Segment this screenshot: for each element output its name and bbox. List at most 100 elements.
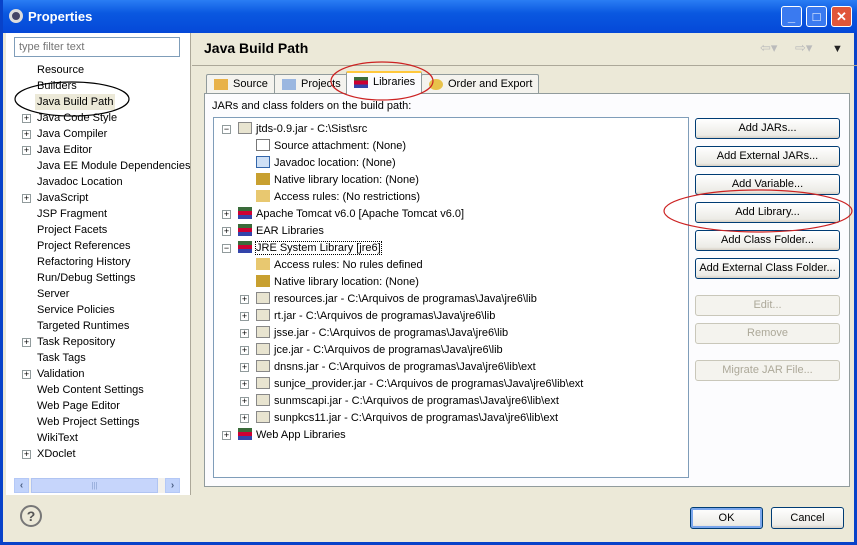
- expand-icon[interactable]: +: [240, 414, 249, 423]
- sidebar-item-server[interactable]: Server: [37, 286, 69, 302]
- tree-item-label: dnsns.jar - C:\Arquivos de programas\Jav…: [274, 361, 536, 373]
- sidebar-item-project-references[interactable]: Project References: [37, 238, 131, 254]
- tree-item[interactable]: EAR Libraries: [238, 223, 324, 239]
- sidebar-item-web-page-editor[interactable]: Web Page Editor: [37, 398, 120, 414]
- sidebar-item-java-code-style[interactable]: Java Code Style: [37, 110, 117, 126]
- jar-icon: [256, 394, 270, 406]
- tree-item[interactable]: JRE System Library [jre6]: [238, 240, 382, 256]
- collapse-icon[interactable]: −: [222, 244, 231, 253]
- expand-icon[interactable]: +: [22, 370, 31, 379]
- tab-source[interactable]: Source: [206, 74, 275, 94]
- expand-icon[interactable]: +: [222, 431, 231, 440]
- tab-libraries[interactable]: Libraries: [346, 71, 423, 94]
- build-path-tree[interactable]: − jtds-0.9.jar - C:\Sist\src Source attach…: [213, 117, 689, 478]
- expand-icon[interactable]: +: [240, 363, 249, 372]
- add-jars-button[interactable]: Add JARs...: [695, 118, 840, 139]
- expand-icon[interactable]: +: [240, 295, 249, 304]
- remove-button[interactable]: Remove: [695, 323, 840, 344]
- tree-item-label: JRE System Library [jre6]: [255, 241, 382, 255]
- collapse-icon[interactable]: −: [222, 125, 231, 134]
- sidebar-item-resource[interactable]: Resource: [37, 62, 84, 78]
- sidebar-item-service-policies[interactable]: Service Policies: [37, 302, 115, 318]
- maximize-button[interactable]: □: [806, 6, 827, 27]
- tree-item[interactable]: Javadoc location: (None): [256, 155, 396, 171]
- add-variable-button[interactable]: Add Variable...: [695, 174, 840, 195]
- tree-item[interactable]: jtds-0.9.jar - C:\Sist\src: [238, 121, 367, 137]
- expand-icon[interactable]: +: [22, 146, 31, 155]
- expand-icon[interactable]: +: [22, 450, 31, 459]
- migrate-jar-file-button[interactable]: Migrate JAR File...: [695, 360, 840, 381]
- edit-button[interactable]: Edit...: [695, 295, 840, 316]
- sidebar-item-targeted-runtimes[interactable]: Targeted Runtimes: [37, 318, 129, 334]
- cancel-button[interactable]: Cancel: [771, 507, 844, 529]
- sidebar-item-java-ee-module-dependencies[interactable]: Java EE Module Dependencies: [37, 158, 190, 174]
- add-class-folder-button[interactable]: Add Class Folder...: [695, 230, 840, 251]
- sidebar-item-jsp-fragment[interactable]: JSP Fragment: [37, 206, 107, 222]
- sidebar-item-run-debug-settings[interactable]: Run/Debug Settings: [37, 270, 135, 286]
- tree-item[interactable]: sunmscapi.jar - C:\Arquivos de programas…: [256, 393, 559, 409]
- sidebar-item-xdoclet[interactable]: XDoclet: [37, 446, 76, 462]
- menu-dropdown-icon[interactable]: ▼: [832, 43, 843, 55]
- scroll-thumb[interactable]: |||: [31, 478, 158, 493]
- tree-item-label: jce.jar - C:\Arquivos de programas\Java\…: [274, 344, 503, 356]
- sidebar-item-builders[interactable]: Builders: [37, 78, 77, 94]
- tab-order-and-export[interactable]: Order and Export: [421, 74, 540, 94]
- tree-item[interactable]: sunpkcs11.jar - C:\Arquivos de programas…: [256, 410, 558, 426]
- help-icon[interactable]: ?: [20, 505, 42, 527]
- forward-icon[interactable]: ⇨▾: [795, 40, 812, 56]
- minimize-button[interactable]: _: [781, 6, 802, 27]
- expand-icon[interactable]: +: [240, 312, 249, 321]
- sidebar-item-java-compiler[interactable]: Java Compiler: [37, 126, 107, 142]
- expand-icon[interactable]: +: [222, 210, 231, 219]
- sidebar-item-project-facets[interactable]: Project Facets: [37, 222, 107, 238]
- expand-icon[interactable]: +: [240, 329, 249, 338]
- add-library-button[interactable]: Add Library...: [695, 202, 840, 223]
- add-external-class-folder-button[interactable]: Add External Class Folder...: [695, 258, 840, 279]
- expand-icon[interactable]: +: [240, 346, 249, 355]
- tree-item[interactable]: resources.jar - C:\Arquivos de programas…: [256, 291, 537, 307]
- sidebar-item-javadoc-location[interactable]: Javadoc Location: [37, 174, 123, 190]
- scroll-left-icon[interactable]: ‹: [14, 478, 29, 493]
- scroll-right-icon[interactable]: ›: [165, 478, 180, 493]
- sidebar-item-task-tags[interactable]: Task Tags: [37, 350, 86, 366]
- sidebar-item-task-repository[interactable]: Task Repository: [37, 334, 115, 350]
- tab-label: Source: [233, 78, 268, 90]
- tree-item[interactable]: sunjce_provider.jar - C:\Arquivos de pro…: [256, 376, 583, 392]
- expand-icon[interactable]: +: [22, 130, 31, 139]
- sidebar-item-java-build-path[interactable]: Java Build Path: [35, 94, 116, 110]
- sidebar-item-refactoring-history[interactable]: Refactoring History: [37, 254, 131, 270]
- back-icon[interactable]: ⇦▾: [760, 40, 777, 56]
- expand-icon[interactable]: +: [240, 380, 249, 389]
- sidebar-item-wikitext[interactable]: WikiText: [37, 430, 78, 446]
- tree-item[interactable]: Web App Libraries: [238, 427, 346, 443]
- tree-item[interactable]: Apache Tomcat v6.0 [Apache Tomcat v6.0]: [238, 206, 464, 222]
- tree-item[interactable]: Native library location: (None): [256, 274, 419, 290]
- tree-item[interactable]: Source attachment: (None): [256, 138, 406, 154]
- add-external-jars-button[interactable]: Add External JARs...: [695, 146, 840, 167]
- expand-icon[interactable]: +: [22, 194, 31, 203]
- tree-item[interactable]: Native library location: (None): [256, 172, 419, 188]
- sidebar-item-java-editor[interactable]: Java Editor: [37, 142, 92, 158]
- tree-item[interactable]: jce.jar - C:\Arquivos de programas\Java\…: [256, 342, 503, 358]
- tree-item-label: resources.jar - C:\Arquivos de programas…: [274, 293, 537, 305]
- expand-icon[interactable]: +: [22, 114, 31, 123]
- jar-icon: [256, 343, 270, 355]
- ok-button[interactable]: OK: [690, 507, 763, 529]
- sidebar-item-javascript[interactable]: JavaScript: [37, 190, 88, 206]
- horizontal-scrollbar[interactable]: ‹ ||| ›: [14, 478, 180, 493]
- source-folder-icon: [214, 79, 228, 90]
- expand-icon[interactable]: +: [222, 227, 231, 236]
- tree-item[interactable]: jsse.jar - C:\Arquivos de programas\Java…: [256, 325, 508, 341]
- tree-item[interactable]: dnsns.jar - C:\Arquivos de programas\Jav…: [256, 359, 536, 375]
- expand-icon[interactable]: +: [22, 338, 31, 347]
- close-button[interactable]: ✕: [831, 6, 852, 27]
- tree-item[interactable]: rt.jar - C:\Arquivos de programas\Java\j…: [256, 308, 495, 324]
- sidebar-item-web-project-settings[interactable]: Web Project Settings: [37, 414, 140, 430]
- tab-projects[interactable]: Projects: [274, 74, 348, 94]
- filter-input[interactable]: [14, 37, 180, 57]
- sidebar-item-validation[interactable]: Validation: [37, 366, 85, 382]
- sidebar-item-web-content-settings[interactable]: Web Content Settings: [37, 382, 144, 398]
- expand-icon[interactable]: +: [240, 397, 249, 406]
- tree-item[interactable]: Access rules: (No restrictions): [256, 189, 420, 205]
- tree-item[interactable]: Access rules: No rules defined: [256, 257, 423, 273]
